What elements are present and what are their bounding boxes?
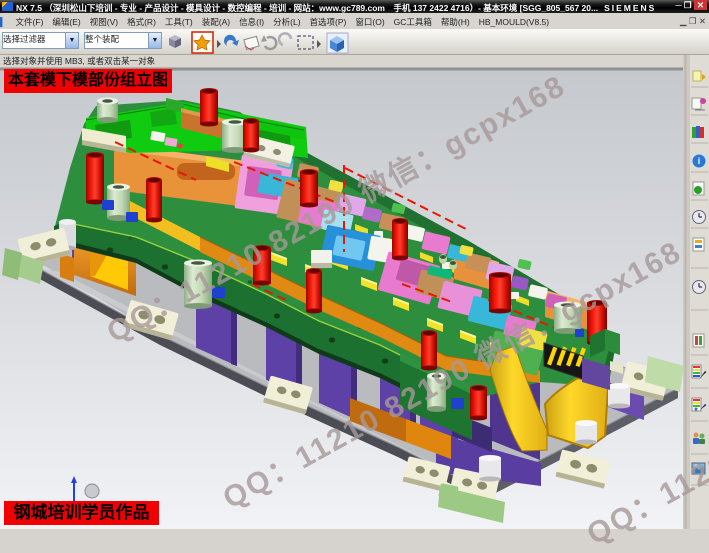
- svg-text:i: i: [698, 156, 701, 166]
